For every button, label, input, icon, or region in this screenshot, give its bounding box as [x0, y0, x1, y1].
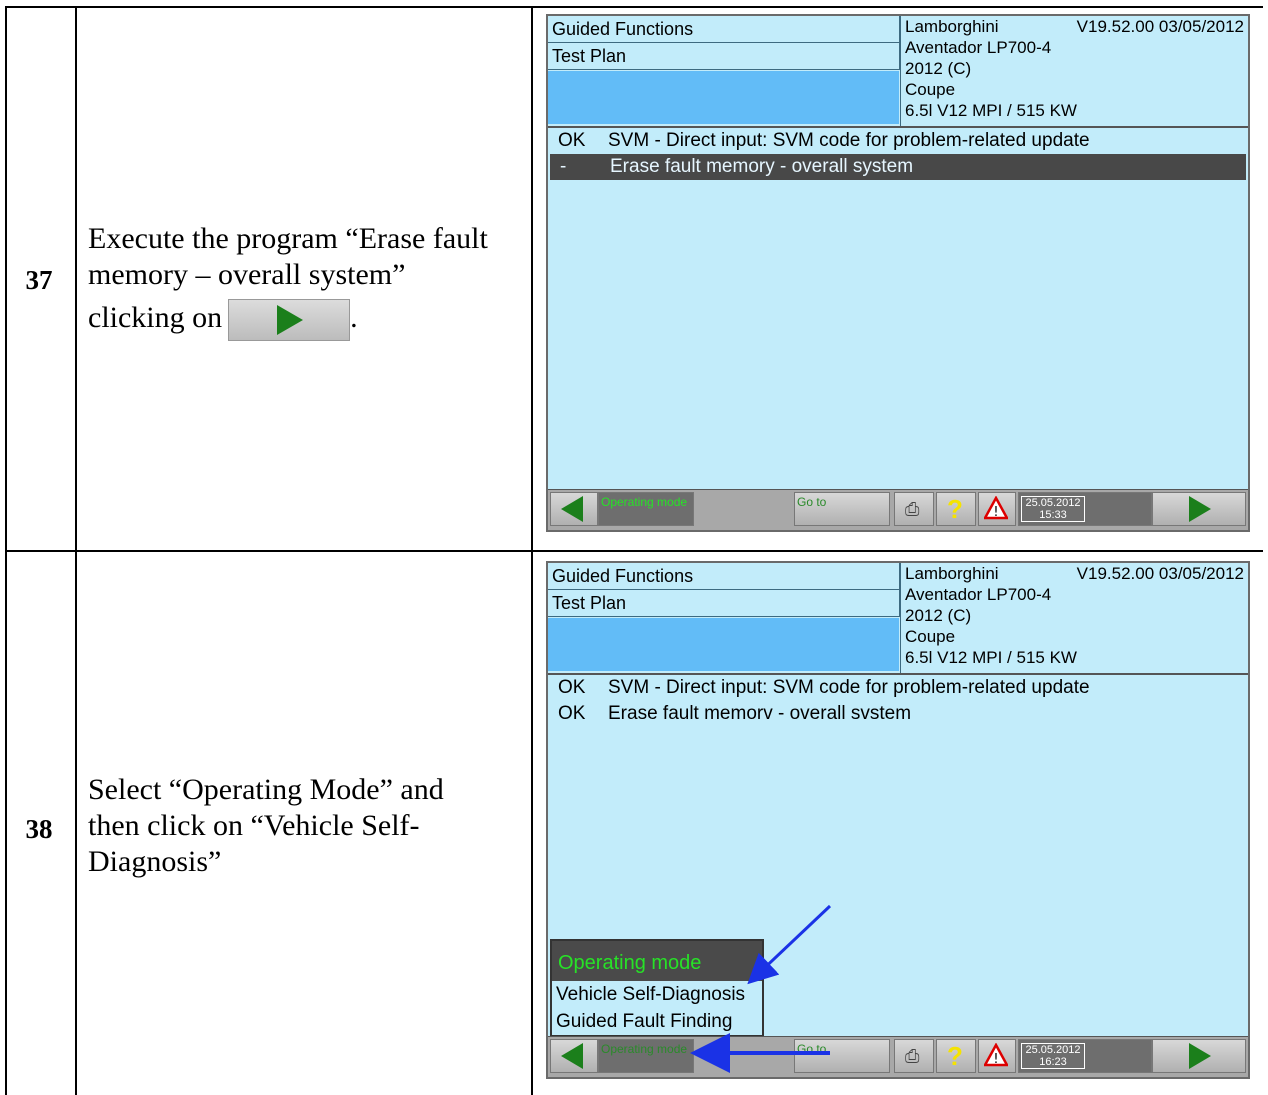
goto-label: Go to: [797, 495, 827, 509]
next-button-image: [228, 299, 351, 341]
operating-mode-label: Operating mode: [601, 1042, 688, 1056]
item-status: OK: [558, 703, 586, 724]
vehicle-make: Lamborghini: [905, 17, 999, 36]
diagnostic-screen: Guided Functions Test Plan Lamborghini V1…: [546, 561, 1250, 1079]
instruction-line: memory – overall system”: [88, 258, 406, 291]
menu-title: Operating mode: [552, 941, 762, 981]
vehicle-make: Lamborghini: [905, 564, 999, 583]
printer-icon: ⎙: [905, 1046, 920, 1066]
header-title: Guided Functions: [548, 16, 900, 43]
instruction-line: Diagnosis”: [88, 845, 222, 878]
test-plan-item[interactable]: OK Erase fault memorv - overall svstem: [548, 701, 1248, 727]
software-version: V19.52.00 03/05/2012: [1076, 564, 1244, 583]
vehicle-info: Lamborghini V19.52.00 03/05/2012 Aventado…: [900, 563, 1248, 673]
table-col-divider-1: [75, 6, 77, 1095]
back-button[interactable]: [550, 492, 598, 526]
item-status: OK: [558, 130, 586, 151]
vehicle-year: 2012 (C): [905, 59, 972, 78]
instruction-line: Execute the program “Erase fault: [88, 222, 488, 255]
operating-mode-menu: Operating mode Vehicle Self-Diagnosis Gu…: [550, 939, 764, 1037]
item-text: Erase fault memorv - overall svstem: [608, 703, 912, 724]
test-plan-list: OK SVM - Direct input: SVM code for probl…: [548, 126, 1248, 180]
vehicle-body: Coupe: [905, 80, 956, 99]
vehicle-body: Coupe: [905, 627, 956, 646]
vehicle-engine: 6.5l V12 MPI / 515 KW: [905, 648, 1077, 667]
vehicle-model: Aventador LP700-4: [905, 585, 1052, 604]
header-blank-box: [548, 71, 899, 124]
goto-label: Go to: [797, 1042, 827, 1056]
date-text: 25.05.2012: [1025, 497, 1081, 509]
datetime-display: 25.05.2012 15:33: [1021, 496, 1085, 522]
help-button[interactable]: ?: [936, 492, 976, 526]
operating-mode-button[interactable]: Operating mode: [598, 492, 694, 526]
step-instruction: Execute the program “Erase fault memory …: [88, 221, 528, 341]
test-plan-item[interactable]: OK SVM - Direct input: SVM code for probl…: [548, 128, 1248, 154]
help-button[interactable]: ?: [936, 1039, 976, 1073]
bottom-toolbar: Operating mode Go to ⎙ ? ! 25.05.2012 15:…: [548, 489, 1248, 530]
svg-text:!: !: [993, 505, 998, 520]
time-text: 16:23: [1039, 1056, 1067, 1068]
printer-icon: ⎙: [905, 499, 920, 519]
item-text: SVM - Direct input: SVM code for problem…: [608, 677, 1090, 698]
vehicle-info: Lamborghini V19.52.00 03/05/2012 Aventado…: [900, 16, 1248, 126]
diagnostic-screen: Guided Functions Test Plan Lamborghini V1…: [546, 14, 1250, 532]
header-title: Guided Functions: [548, 563, 900, 590]
instruction-line: clicking on: [88, 300, 223, 334]
item-status: OK: [558, 677, 586, 698]
instruction-end: .: [350, 300, 358, 334]
back-arrow-icon: [561, 1043, 583, 1069]
test-plan-item[interactable]: OK SVM - Direct input: SVM code for probl…: [548, 675, 1248, 701]
next-arrow-icon: [1189, 496, 1211, 522]
table-top-border: [5, 6, 1263, 8]
instruction-line: then click on “Vehicle Self-: [88, 809, 420, 842]
header-subtitle: Test Plan: [548, 43, 900, 70]
operating-mode-button[interactable]: Operating mode: [598, 1039, 694, 1073]
time-text: 15:33: [1039, 509, 1067, 521]
step-number: 38: [25, 814, 53, 844]
test-plan-list: OK SVM - Direct input: SVM code for probl…: [548, 673, 1248, 727]
warning-button[interactable]: !: [978, 492, 1016, 526]
help-icon: ?: [947, 1041, 963, 1071]
back-arrow-icon: [561, 496, 583, 522]
software-version: V19.52.00 03/05/2012: [1076, 17, 1244, 36]
vehicle-year: 2012 (C): [905, 606, 972, 625]
header-blank-box: [548, 618, 899, 671]
step-number: 37: [25, 265, 53, 295]
next-button[interactable]: [1152, 1039, 1246, 1073]
print-button[interactable]: ⎙: [894, 492, 934, 526]
vehicle-model: Aventador LP700-4: [905, 38, 1052, 57]
menu-item-vehicle-self-diagnosis[interactable]: Vehicle Self-Diagnosis: [552, 981, 762, 1008]
table-left-border: [5, 6, 7, 1095]
next-button[interactable]: [1152, 492, 1246, 526]
back-button[interactable]: [550, 1039, 598, 1073]
date-text: 25.05.2012: [1025, 1044, 1081, 1056]
next-arrow-icon: [1189, 1043, 1211, 1069]
datetime-panel: 25.05.2012 16:23: [1018, 1039, 1152, 1073]
bottom-toolbar: Operating mode Go to ⎙ ? ! 25.05.2012 16:…: [548, 1036, 1248, 1077]
menu-item-guided-fault-finding[interactable]: Guided Fault Finding: [552, 1008, 762, 1035]
table-col-divider-2: [531, 6, 533, 1095]
datetime-panel: 25.05.2012 15:33: [1018, 492, 1152, 526]
test-plan-item-selected[interactable]: - Erase fault memory - overall system: [550, 154, 1246, 180]
datetime-display: 25.05.2012 16:23: [1021, 1043, 1085, 1069]
item-text: SVM - Direct input: SVM code for problem…: [608, 130, 1090, 151]
step-instruction: Select “Operating Mode” and then click o…: [88, 772, 528, 880]
warning-icon: !: [984, 496, 1008, 520]
warning-icon: !: [984, 1043, 1008, 1067]
help-icon: ?: [947, 494, 963, 524]
print-button[interactable]: ⎙: [894, 1039, 934, 1073]
play-icon: [277, 305, 304, 335]
svg-text:!: !: [993, 1052, 998, 1067]
goto-button[interactable]: Go to: [794, 1039, 890, 1073]
warning-button[interactable]: !: [978, 1039, 1016, 1073]
item-status: -: [560, 156, 567, 177]
instruction-line: Select “Operating Mode” and: [88, 773, 444, 806]
goto-button[interactable]: Go to: [794, 492, 890, 526]
header-subtitle: Test Plan: [548, 590, 900, 617]
operating-mode-label: Operating mode: [601, 495, 688, 509]
vehicle-engine: 6.5l V12 MPI / 515 KW: [905, 101, 1077, 120]
item-text: Erase fault memory - overall system: [610, 156, 914, 177]
table-row-divider: [5, 550, 1263, 552]
